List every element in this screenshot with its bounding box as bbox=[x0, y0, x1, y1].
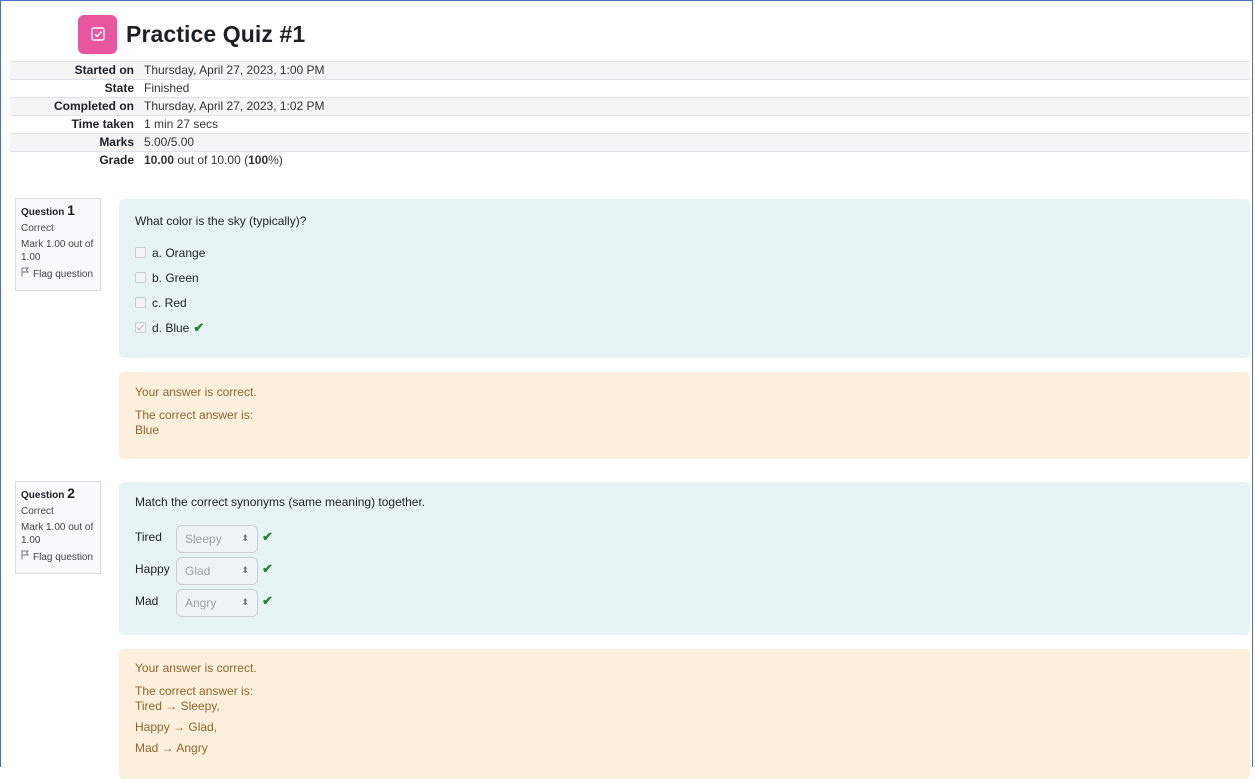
summary-row-completed: Completed on Thursday, April 27, 2023, 1… bbox=[10, 97, 1250, 116]
answer-checkbox[interactable] bbox=[135, 297, 146, 308]
answer-checkbox[interactable] bbox=[135, 272, 146, 283]
summary-value: Thursday, April 27, 2023, 1:00 PM bbox=[139, 61, 1250, 80]
question-word: Question bbox=[21, 490, 65, 501]
grade-score: 10.00 bbox=[144, 153, 175, 168]
flag-icon bbox=[21, 550, 30, 564]
flag-question-label: Flag question bbox=[33, 551, 94, 563]
feedback-answer-line: Happy → Glad, bbox=[135, 720, 218, 734]
flag-icon bbox=[21, 267, 30, 281]
question-1-content: What color is the sky (typically)? a. Or… bbox=[119, 199, 1250, 358]
match-left-label: Mad bbox=[135, 594, 159, 608]
feedback-intro: The correct answer is: bbox=[135, 684, 254, 698]
summary-label: Started on bbox=[10, 61, 139, 80]
summary-row-time: Time taken 1 min 27 secs bbox=[10, 115, 1250, 134]
feedback-intro: The correct answer is: bbox=[135, 408, 254, 422]
match-left-label: Happy bbox=[135, 562, 170, 576]
question-number: Question 2 bbox=[21, 485, 95, 502]
match-row-mad: Mad Angry ⬍ ✔ bbox=[135, 585, 1234, 617]
match-selected-value: Sleepy bbox=[185, 531, 222, 546]
match-left-label: Tired bbox=[135, 530, 162, 544]
match-select[interactable]: Sleepy ⬍ bbox=[176, 524, 258, 553]
summary-row-marks: Marks 5.00/5.00 bbox=[10, 133, 1250, 152]
answer-label: b. Green bbox=[152, 270, 199, 285]
answer-label: d. Blue bbox=[152, 320, 190, 335]
summary-value: Thursday, April 27, 2023, 1:02 PM bbox=[139, 97, 1250, 116]
answer-checkbox[interactable] bbox=[135, 322, 146, 333]
answer-checkbox[interactable] bbox=[135, 247, 146, 258]
summary-label: State bbox=[10, 79, 139, 98]
grade-percent: 100 bbox=[248, 153, 269, 168]
summary-label: Grade bbox=[10, 151, 139, 170]
question-1-info: Question 1 Correct Mark 1.00 out of 1.00… bbox=[15, 198, 101, 291]
answer-option-c[interactable]: c. Red bbox=[135, 290, 1234, 315]
question-1-feedback: Your answer is correct. The correct answ… bbox=[119, 372, 1250, 459]
answer-option-b[interactable]: b. Green bbox=[135, 265, 1234, 290]
flag-question-label: Flag question bbox=[33, 268, 94, 280]
correct-check-icon: ✔ bbox=[262, 529, 273, 544]
match-select[interactable]: Angry ⬍ bbox=[176, 588, 258, 617]
grade-middle: out of 10.00 ( bbox=[174, 153, 249, 168]
question-2-content: Match the correct synonyms (same meaning… bbox=[119, 482, 1250, 635]
attempt-summary-table: Started on Thursday, April 27, 2023, 1:0… bbox=[10, 61, 1250, 170]
answer-option-d[interactable]: d. Blue ✔ bbox=[135, 315, 1234, 340]
grade-value: 10.00 out of 10.00 (100%) bbox=[139, 151, 1250, 170]
feedback-answer-line: Mad → Angry bbox=[135, 741, 208, 755]
feedback-answer: Blue bbox=[135, 423, 160, 437]
match-row-tired: Tired Sleepy ⬍ ✔ bbox=[135, 521, 1234, 553]
summary-row-state: State Finished bbox=[10, 79, 1250, 98]
flag-question-link[interactable]: Flag question bbox=[21, 550, 95, 564]
question-number-value: 1 bbox=[67, 202, 75, 218]
correct-check-icon: ✔ bbox=[262, 561, 273, 576]
match-selected-value: Glad bbox=[185, 563, 211, 578]
summary-row-grade: Grade 10.00 out of 10.00 (100%) bbox=[10, 151, 1250, 170]
question-word: Question bbox=[21, 207, 65, 218]
summary-value: 5.00/5.00 bbox=[139, 133, 1250, 152]
question-state: Correct bbox=[21, 506, 54, 517]
grade-end: %) bbox=[268, 153, 283, 168]
page-title: Practice Quiz #1 bbox=[126, 20, 306, 47]
feedback-answer-line: Tired → Sleepy, bbox=[135, 699, 220, 713]
question-text: What color is the sky (typically)? bbox=[135, 214, 307, 228]
match-selected-value: Angry bbox=[185, 595, 217, 610]
answer-label: c. Red bbox=[152, 295, 187, 310]
answer-label: a. Orange bbox=[152, 245, 206, 260]
page-header: Practice Quiz #1 bbox=[78, 14, 305, 54]
summary-label: Completed on bbox=[10, 97, 139, 116]
match-select[interactable]: Glad ⬍ bbox=[176, 556, 258, 585]
correct-check-icon: ✔ bbox=[193, 319, 205, 335]
summary-value: 1 min 27 secs bbox=[139, 115, 1250, 134]
question-2-info: Question 2 Correct Mark 1.00 out of 1.00… bbox=[15, 481, 101, 574]
answer-option-a[interactable]: a. Orange bbox=[135, 240, 1234, 265]
question-text: Match the correct synonyms (same meaning… bbox=[135, 495, 426, 509]
match-row-happy: Happy Glad ⬍ ✔ bbox=[135, 553, 1234, 585]
question-number-value: 2 bbox=[67, 485, 75, 501]
summary-row-started: Started on Thursday, April 27, 2023, 1:0… bbox=[10, 61, 1250, 80]
select-arrows-icon: ⬍ bbox=[241, 597, 249, 607]
quiz-icon bbox=[78, 14, 117, 54]
summary-label: Time taken bbox=[10, 115, 139, 134]
question-mark: Mark 1.00 out of 1.00 bbox=[21, 522, 94, 546]
flag-question-link[interactable]: Flag question bbox=[21, 267, 95, 281]
summary-value: Finished bbox=[139, 79, 1250, 98]
select-arrows-icon: ⬍ bbox=[241, 533, 249, 543]
question-number: Question 1 bbox=[21, 202, 95, 219]
feedback-result: Your answer is correct. bbox=[135, 385, 257, 399]
feedback-result: Your answer is correct. bbox=[135, 661, 257, 675]
select-arrows-icon: ⬍ bbox=[241, 565, 249, 575]
question-2-feedback: Your answer is correct. The correct answ… bbox=[119, 649, 1250, 779]
question-mark: Mark 1.00 out of 1.00 bbox=[21, 239, 94, 263]
correct-check-icon: ✔ bbox=[262, 593, 273, 608]
question-state: Correct bbox=[21, 223, 54, 234]
summary-label: Marks bbox=[10, 133, 139, 152]
